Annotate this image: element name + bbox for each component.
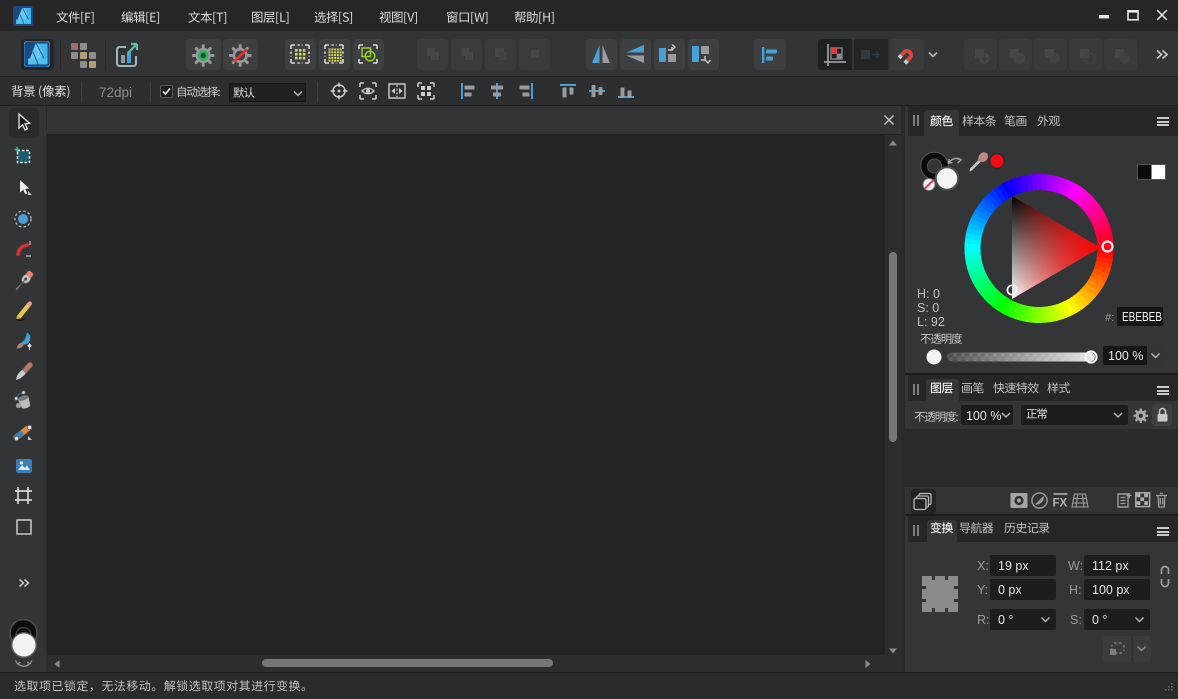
svg-text:FX: FX bbox=[1053, 498, 1068, 510]
